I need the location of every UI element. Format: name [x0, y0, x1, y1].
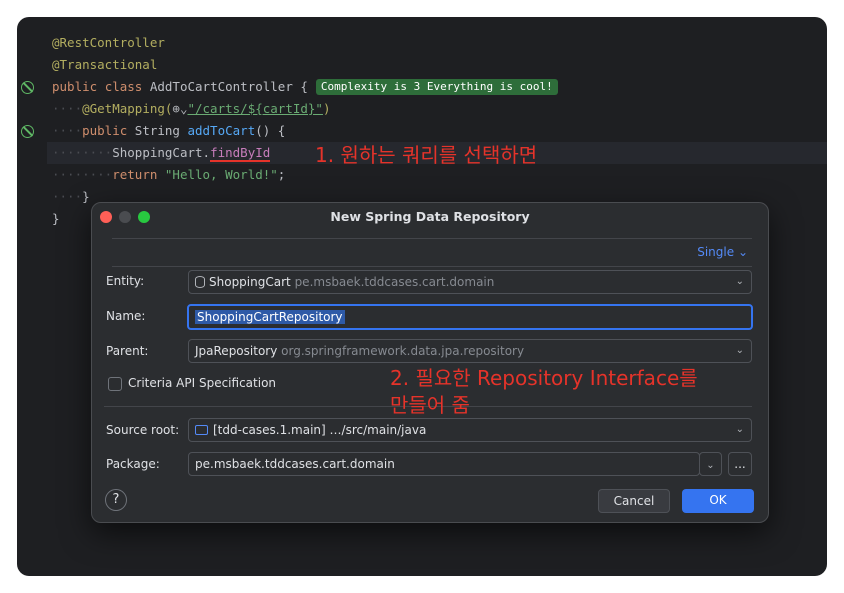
complexity-badge: Complexity is 3 Everything is cool!	[315, 79, 558, 95]
package-dropdown-button[interactable]: ⌄	[699, 452, 722, 476]
divider	[112, 238, 752, 239]
callout-step-1: 1. 원하는 쿼리를 선택하면	[315, 143, 538, 167]
package-input[interactable]: pe.msbaek.tddcases.cart.domain	[188, 452, 700, 476]
database-icon	[195, 276, 205, 288]
chevron-down-icon: ⌄	[735, 424, 744, 435]
package-label: Package:	[106, 457, 160, 471]
chevron-down-icon: ⌄	[706, 460, 715, 471]
cancel-button[interactable]: Cancel	[598, 489, 670, 513]
code-line-1: @RestController	[52, 35, 165, 50]
spring-bean-icon[interactable]	[21, 81, 34, 94]
divider	[112, 266, 752, 267]
help-button[interactable]: ?	[105, 489, 127, 511]
request-mapping-icon[interactable]	[21, 125, 34, 138]
dialog-title: New Spring Data Repository	[330, 209, 530, 224]
name-label: Name:	[106, 309, 146, 323]
mode-selector[interactable]: Single ⌄	[697, 245, 748, 259]
criteria-api-checkbox[interactable]	[108, 377, 122, 391]
criteria-api-label: Criteria API Specification	[128, 376, 277, 390]
source-root-select[interactable]: [tdd-cases.1.main] …/src/main/java ⌄	[188, 418, 752, 442]
new-spring-data-repository-dialog: New Spring Data Repository Single ⌄ Enti…	[91, 202, 769, 523]
code-line-7: ········return "Hello, World!";	[52, 167, 286, 182]
find-by-id-call[interactable]: findById	[210, 145, 271, 162]
code-line-4: ····@GetMapping(⊕⌄"/carts/${cartId}")	[52, 101, 331, 116]
parent-select[interactable]: JpaRepository org.springframework.data.j…	[188, 339, 752, 363]
browse-package-button[interactable]: ...	[728, 452, 752, 476]
globe-icon[interactable]: ⊕⌄	[172, 101, 187, 116]
source-root-label: Source root:	[106, 423, 180, 437]
editor-gutter	[17, 17, 47, 576]
ok-button[interactable]: OK	[682, 489, 754, 513]
mapping-url-link[interactable]: "/carts/${cartId}"	[187, 101, 322, 116]
code-line-5: ····public String addToCart() {	[52, 123, 286, 138]
callout-step-2-line-2: 만들어 줌	[390, 393, 470, 417]
chevron-down-icon: ⌄	[735, 345, 744, 356]
entity-select[interactable]: ShoppingCart pe.msbaek.tddcases.cart.dom…	[188, 270, 752, 294]
folder-icon	[195, 425, 208, 435]
name-input[interactable]: ShoppingCartRepository	[187, 304, 753, 330]
code-line-3: public class AddToCartController {Comple…	[52, 76, 558, 98]
entity-label: Entity:	[106, 274, 145, 288]
code-area[interactable]: @RestController @Transactional public cl…	[52, 32, 558, 230]
code-line-2: @Transactional	[52, 57, 158, 72]
callout-step-2-line-1: 2. 필요한 Repository Interface를	[390, 366, 698, 390]
parent-label: Parent:	[106, 344, 149, 358]
chevron-down-icon: ⌄	[737, 245, 748, 259]
chevron-down-icon: ⌄	[735, 276, 744, 287]
